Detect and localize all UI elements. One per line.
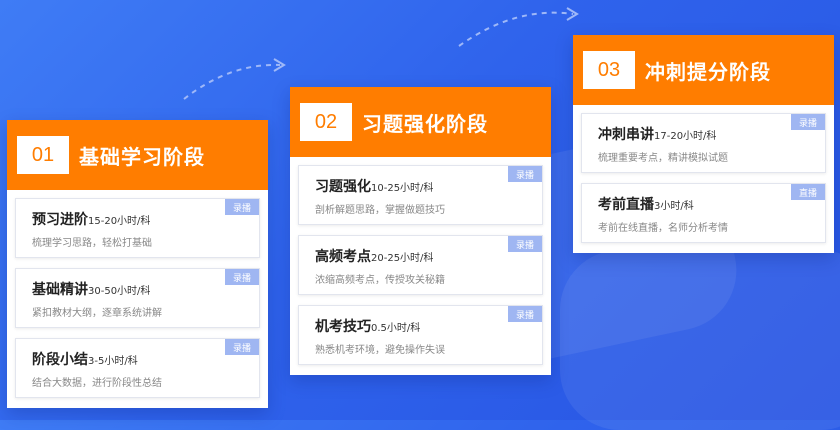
stage-title: 冲刺提分阶段 bbox=[645, 59, 771, 84]
course-desc: 结合大数据，进行阶段性总结 bbox=[32, 378, 162, 389]
course-hours: 3小时/科 bbox=[654, 201, 694, 212]
dashed-arrow-icon bbox=[458, 7, 579, 47]
course-item[interactable]: 录播 冲刺串讲17-20小时/科 梳理重要考点，精讲模拟试题 bbox=[581, 113, 826, 173]
course-name: 基础精讲 bbox=[32, 282, 88, 298]
course-title: 机考技巧0.5小时/科 bbox=[315, 316, 420, 336]
course-item[interactable]: 录播 阶段小结3-5小时/科 结合大数据，进行阶段性总结 bbox=[15, 338, 260, 398]
course-desc: 梳理学习思路，轻松打基础 bbox=[32, 238, 152, 249]
course-desc: 梳理重要考点，精讲模拟试题 bbox=[598, 153, 728, 164]
stage-title: 习题强化阶段 bbox=[362, 111, 488, 136]
course-item[interactable]: 录播 高频考点20-25小时/科 浓缩高频考点，传授攻关秘籍 bbox=[298, 235, 543, 295]
course-hours: 10-25小时/科 bbox=[371, 183, 434, 194]
status-badge: 录播 bbox=[791, 114, 825, 130]
course-desc: 熟悉机考环境，避免操作失误 bbox=[315, 345, 445, 356]
stage-header: 03 冲刺提分阶段 bbox=[573, 35, 834, 105]
stage-items: 录播 冲刺串讲17-20小时/科 梳理重要考点，精讲模拟试题 直播 考前直播3小… bbox=[573, 105, 834, 253]
stage-card-1: 01 基础学习阶段 录播 预习进阶15-20小时/科 梳理学习思路，轻松打基础 … bbox=[7, 120, 268, 408]
dashed-arrow-icon bbox=[183, 58, 286, 100]
course-hours: 15-20小时/科 bbox=[88, 216, 151, 227]
background-shape bbox=[560, 250, 840, 430]
stage-header: 02 习题强化阶段 bbox=[290, 87, 551, 157]
stage-items: 录播 预习进阶15-20小时/科 梳理学习思路，轻松打基础 录播 基础精讲30-… bbox=[7, 190, 268, 408]
course-title: 阶段小结3-5小时/科 bbox=[32, 349, 138, 369]
stage-title: 基础学习阶段 bbox=[79, 144, 205, 169]
stage-number: 01 bbox=[17, 136, 69, 174]
status-badge: 录播 bbox=[508, 306, 542, 322]
course-title: 基础精讲30-50小时/科 bbox=[32, 279, 150, 299]
course-hours: 20-25小时/科 bbox=[371, 253, 434, 264]
status-badge: 录播 bbox=[225, 339, 259, 355]
status-badge: 直播 bbox=[791, 184, 825, 200]
course-desc: 浓缩高频考点，传授攻关秘籍 bbox=[315, 275, 445, 286]
course-name: 习题强化 bbox=[315, 179, 371, 195]
stage-card-2: 02 习题强化阶段 录播 习题强化10-25小时/科 剖析解题思路，掌握做题技巧… bbox=[290, 87, 551, 375]
course-hours: 0.5小时/科 bbox=[371, 323, 421, 334]
status-badge: 录播 bbox=[225, 199, 259, 215]
stage-items: 录播 习题强化10-25小时/科 剖析解题思路，掌握做题技巧 录播 高频考点20… bbox=[290, 157, 551, 375]
stage-number: 03 bbox=[583, 51, 635, 89]
course-title: 考前直播3小时/科 bbox=[598, 194, 694, 214]
course-hours: 3-5小时/科 bbox=[88, 356, 138, 367]
course-name: 冲刺串讲 bbox=[598, 127, 654, 143]
course-name: 阶段小结 bbox=[32, 352, 88, 368]
course-name: 考前直播 bbox=[598, 197, 654, 213]
course-item[interactable]: 录播 预习进阶15-20小时/科 梳理学习思路，轻松打基础 bbox=[15, 198, 260, 258]
stage-card-3: 03 冲刺提分阶段 录播 冲刺串讲17-20小时/科 梳理重要考点，精讲模拟试题… bbox=[573, 35, 834, 253]
course-hours: 30-50小时/科 bbox=[88, 286, 151, 297]
course-desc: 剖析解题思路，掌握做题技巧 bbox=[315, 205, 445, 216]
course-hours: 17-20小时/科 bbox=[654, 131, 717, 142]
stage-number: 02 bbox=[300, 103, 352, 141]
course-item[interactable]: 直播 考前直播3小时/科 考前在线直播，名师分析考情 bbox=[581, 183, 826, 243]
course-item[interactable]: 录播 机考技巧0.5小时/科 熟悉机考环境，避免操作失误 bbox=[298, 305, 543, 365]
status-badge: 录播 bbox=[508, 166, 542, 182]
course-name: 高频考点 bbox=[315, 249, 371, 265]
course-title: 预习进阶15-20小时/科 bbox=[32, 209, 150, 229]
course-title: 习题强化10-25小时/科 bbox=[315, 176, 433, 196]
status-badge: 录播 bbox=[225, 269, 259, 285]
course-item[interactable]: 录播 习题强化10-25小时/科 剖析解题思路，掌握做题技巧 bbox=[298, 165, 543, 225]
course-name: 预习进阶 bbox=[32, 212, 88, 228]
course-title: 高频考点20-25小时/科 bbox=[315, 246, 433, 266]
course-name: 机考技巧 bbox=[315, 319, 371, 335]
status-badge: 录播 bbox=[508, 236, 542, 252]
course-desc: 紧扣教材大纲，逐章系统讲解 bbox=[32, 308, 162, 319]
stage-header: 01 基础学习阶段 bbox=[7, 120, 268, 190]
course-desc: 考前在线直播，名师分析考情 bbox=[598, 223, 728, 234]
course-title: 冲刺串讲17-20小时/科 bbox=[598, 124, 716, 144]
course-item[interactable]: 录播 基础精讲30-50小时/科 紧扣教材大纲，逐章系统讲解 bbox=[15, 268, 260, 328]
